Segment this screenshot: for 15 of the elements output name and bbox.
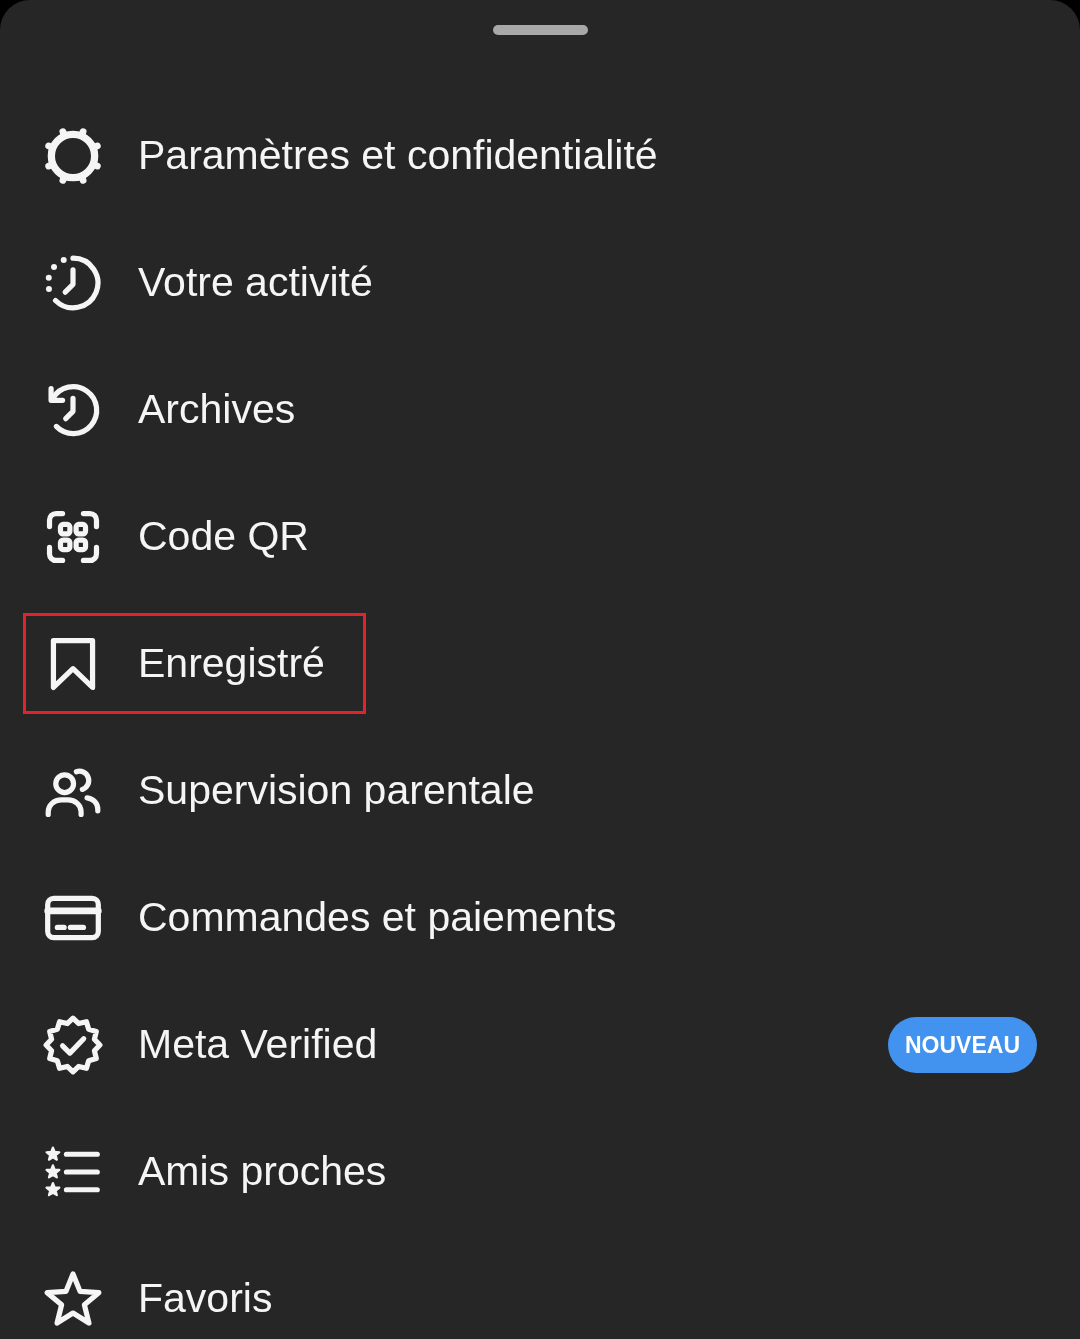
menu-item[interactable]: Amis proches	[23, 1135, 428, 1208]
menu-item[interactable]: Enregistré	[23, 613, 366, 714]
menu-item[interactable]: Favoris	[23, 1262, 314, 1335]
menu-item[interactable]: Commandes et paiements	[23, 881, 658, 954]
menu-item[interactable]: Archives	[23, 373, 337, 446]
menu-item[interactable]: Votre activité	[23, 246, 414, 319]
menu-item[interactable]: Paramètres et confidentialité	[23, 119, 699, 192]
gear-icon	[43, 125, 103, 186]
menu-item[interactable]: Meta Verified	[23, 1008, 419, 1081]
verified-badge-icon	[43, 1014, 103, 1075]
drag-handle[interactable]	[492, 25, 588, 35]
new-badge: NOUVEAU	[888, 1016, 1037, 1073]
menu-item[interactable]: Supervision parentale	[23, 754, 576, 827]
menu-item[interactable]: Code QR	[23, 500, 350, 573]
star-icon	[43, 1268, 103, 1329]
